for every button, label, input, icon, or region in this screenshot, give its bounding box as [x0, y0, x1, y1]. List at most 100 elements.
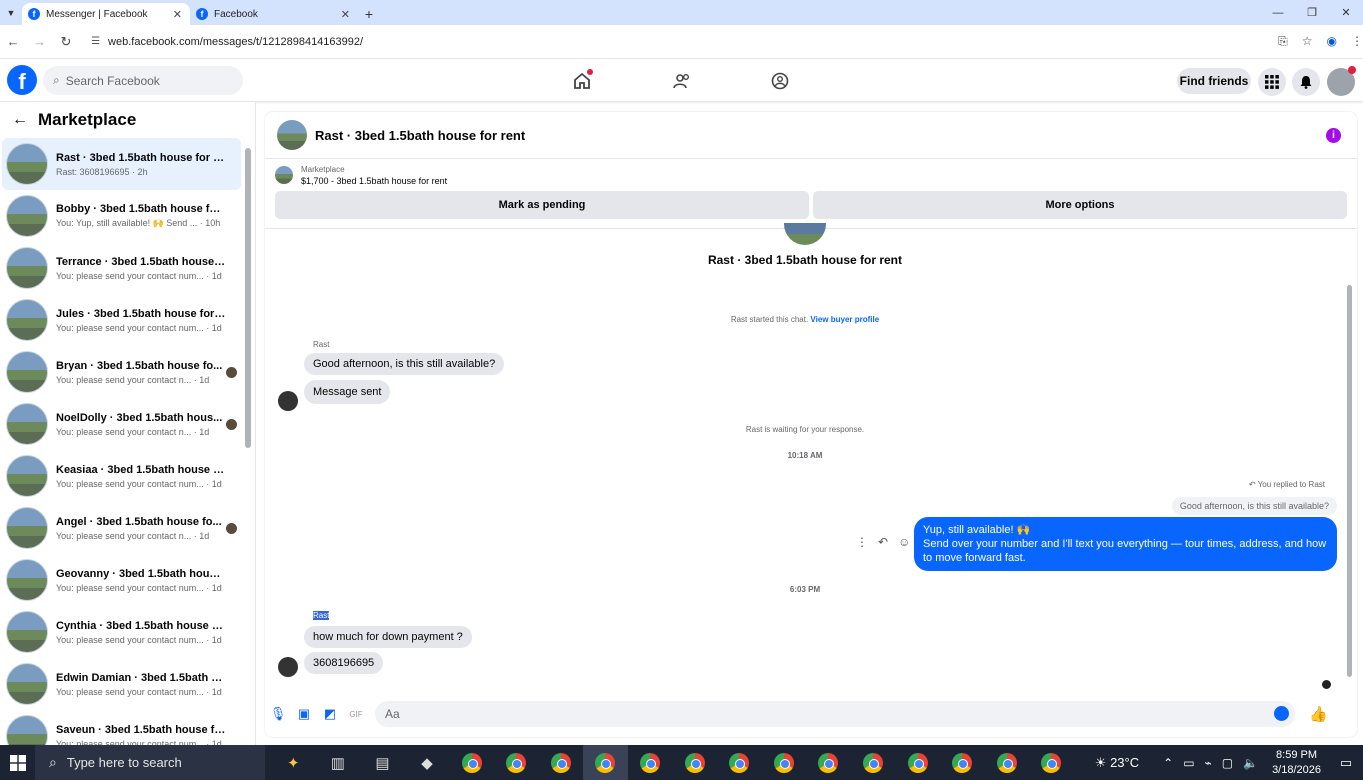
windows-start-icon[interactable]: [0, 745, 35, 780]
browser-menu-icon[interactable]: ⋮: [1351, 34, 1363, 49]
new-tab-button[interactable]: +: [358, 6, 380, 22]
conversation-item[interactable]: Keasiaa · 3bed 1.5bath house for... You: …: [2, 450, 241, 502]
conversation-item[interactable]: Cynthia · 3bed 1.5bath house for... You: …: [2, 606, 241, 658]
emoji-icon[interactable]: [1274, 706, 1289, 721]
volume-icon[interactable]: 🔈: [1243, 756, 1258, 770]
find-friends-button[interactable]: Find friends: [1177, 68, 1251, 94]
chrome-icon[interactable]: [940, 745, 985, 780]
chrome-icon[interactable]: [895, 745, 940, 780]
chrome-icon[interactable]: [762, 745, 807, 780]
taskbar-search-input[interactable]: ⌕ Type here to search: [35, 745, 265, 780]
more-options-button[interactable]: More options: [813, 191, 1347, 219]
facebook-logo-icon[interactable]: f: [7, 65, 37, 95]
weather-widget[interactable]: ☀ 23°C: [1095, 755, 1139, 771]
sticker-icon[interactable]: ◩: [317, 706, 343, 722]
conversation-item[interactable]: Terrance · 3bed 1.5bath house fo... You: …: [2, 242, 241, 294]
thread-profile-title: Rast · 3bed 1.5bath house for rent: [707, 253, 903, 267]
close-window-icon[interactable]: ✕: [1329, 0, 1363, 25]
display-icon[interactable]: ▢: [1222, 756, 1233, 770]
minimize-icon[interactable]: —: [1261, 0, 1295, 25]
listing-summary[interactable]: Marketplace $1,700 - 3bed 1.5bath house …: [265, 159, 1357, 191]
task-view-icon[interactable]: ▥: [316, 745, 361, 780]
chat-title[interactable]: Rast · 3bed 1.5bath house for rent: [315, 128, 525, 143]
network-icon[interactable]: ⌁: [1205, 756, 1212, 770]
conversation-item[interactable]: Bryan · 3bed 1.5bath house fo... You: ple…: [2, 346, 241, 398]
chrome-icon[interactable]: [717, 745, 762, 780]
install-app-icon[interactable]: ⎘: [1278, 34, 1288, 49]
friends-icon[interactable]: [669, 68, 695, 94]
conversation-item[interactable]: Rast · 3bed 1.5bath house for rent Rast: …: [2, 138, 241, 190]
browser-tab-bar: ▼ f Messenger | Facebook ✕ f Facebook ✕ …: [0, 0, 1363, 25]
incoming-message[interactable]: Message sent: [304, 380, 391, 404]
home-icon[interactable]: [569, 68, 595, 94]
incoming-message[interactable]: how much for down payment ?: [304, 626, 472, 648]
facebook-search-input[interactable]: ⌕ Search Facebook: [43, 66, 243, 95]
notification-dot: [587, 69, 593, 75]
conversation-item[interactable]: Angel · 3bed 1.5bath house fo... You: ple…: [2, 502, 241, 554]
notifications-icon[interactable]: ▭: [1335, 755, 1357, 771]
chrome-icon[interactable]: [851, 745, 896, 780]
forward-icon[interactable]: →: [26, 34, 52, 49]
maximize-icon[interactable]: ❐: [1295, 0, 1329, 25]
conversation-item[interactable]: Saveun · 3bed 1.5bath house for... You: p…: [2, 710, 241, 745]
chrome-icon[interactable]: [583, 745, 628, 780]
tab-search-icon[interactable]: ▼: [0, 0, 22, 25]
reply-icon[interactable]: ↶: [878, 535, 888, 549]
file-explorer-icon[interactable]: ▤: [360, 745, 405, 780]
more-actions-icon[interactable]: ⋮: [856, 535, 868, 549]
groups-icon[interactable]: [767, 68, 793, 94]
close-tab-icon[interactable]: ✕: [341, 8, 350, 21]
menu-grid-icon[interactable]: [1258, 68, 1286, 96]
message-input[interactable]: Aa: [375, 701, 1295, 727]
conversation-preview: You: please send your contact num... · 1…: [56, 270, 222, 281]
conversation-item[interactable]: NoelDolly · 3bed 1.5bath hous... You: ple…: [2, 398, 241, 450]
gif-icon[interactable]: GIF: [343, 710, 369, 719]
listing-thumbnail[interactable]: [277, 120, 307, 150]
incoming-message[interactable]: Good afternoon, is this still available?: [304, 353, 505, 375]
chrome-icon[interactable]: [1029, 745, 1074, 780]
chrome-icon[interactable]: [539, 745, 584, 780]
incoming-message[interactable]: 3608196695: [304, 652, 384, 674]
sender-avatar[interactable]: [278, 391, 298, 411]
chrome-icon[interactable]: [628, 745, 673, 780]
notifications-bell-icon[interactable]: [1292, 68, 1320, 96]
account-avatar[interactable]: [1327, 66, 1356, 96]
microphone-icon[interactable]: 🎙: [265, 706, 291, 722]
chat-scrollbar[interactable]: [1347, 230, 1353, 685]
task-view-icon-glyph: ▥: [330, 754, 345, 772]
chrome-icon[interactable]: [806, 745, 851, 780]
info-icon[interactable]: i: [1326, 128, 1341, 143]
profile-icon[interactable]: ◉: [1327, 34, 1337, 49]
mark-as-pending-button[interactable]: Mark as pending: [275, 191, 809, 219]
chrome-icon[interactable]: [985, 745, 1030, 780]
thumbs-up-icon[interactable]: 👍: [1309, 705, 1328, 723]
chrome-icon[interactable]: [672, 745, 717, 780]
bookmark-star-icon[interactable]: ☆: [1302, 34, 1313, 49]
clock[interactable]: 8:59 PM 3/18/2026: [1272, 748, 1321, 778]
conversation-item[interactable]: Edwin Damian · 3bed 1.5bath ho... You: pl…: [2, 658, 241, 710]
sidebar-scrollbar[interactable]: [245, 136, 252, 740]
url-field[interactable]: ☰ web.facebook.com/messages/t/1212898414…: [85, 28, 1267, 55]
copilot-icon[interactable]: ✦: [271, 745, 316, 780]
conversation-item[interactable]: Geovanny · 3bed 1.5bath house ... You: pl…: [2, 554, 241, 606]
outgoing-message[interactable]: Yup, still available! 🙌 Send over your n…: [914, 517, 1337, 571]
meet-now-icon[interactable]: ▭: [1183, 756, 1194, 770]
react-emoji-icon[interactable]: ☺: [898, 535, 910, 549]
reload-icon[interactable]: ↻: [53, 34, 79, 50]
conversation-item[interactable]: Jules · 3bed 1.5bath house for rent You: …: [2, 294, 241, 346]
view-buyer-profile-link[interactable]: View buyer profile: [810, 315, 879, 324]
sender-avatar[interactable]: [278, 657, 298, 677]
photo-icon[interactable]: ▣: [291, 706, 317, 722]
back-arrow-icon[interactable]: ←: [12, 111, 28, 129]
tab-facebook[interactable]: f Facebook ✕: [190, 3, 358, 25]
tab-messenger[interactable]: f Messenger | Facebook ✕: [22, 3, 190, 25]
chrome-icon[interactable]: [494, 745, 539, 780]
app-icon[interactable]: ◆: [405, 745, 450, 780]
back-icon[interactable]: ←: [0, 34, 26, 49]
close-tab-icon[interactable]: ✕: [173, 8, 182, 21]
site-info-icon[interactable]: ☰: [91, 36, 100, 47]
quoted-message[interactable]: Good afternoon, is this still available?: [1171, 497, 1337, 515]
conversation-item[interactable]: Bobby · 3bed 1.5bath house for ... You: Y…: [2, 190, 241, 242]
chrome-icon[interactable]: [449, 745, 494, 780]
show-hidden-icons-icon[interactable]: ⌃: [1163, 756, 1173, 770]
